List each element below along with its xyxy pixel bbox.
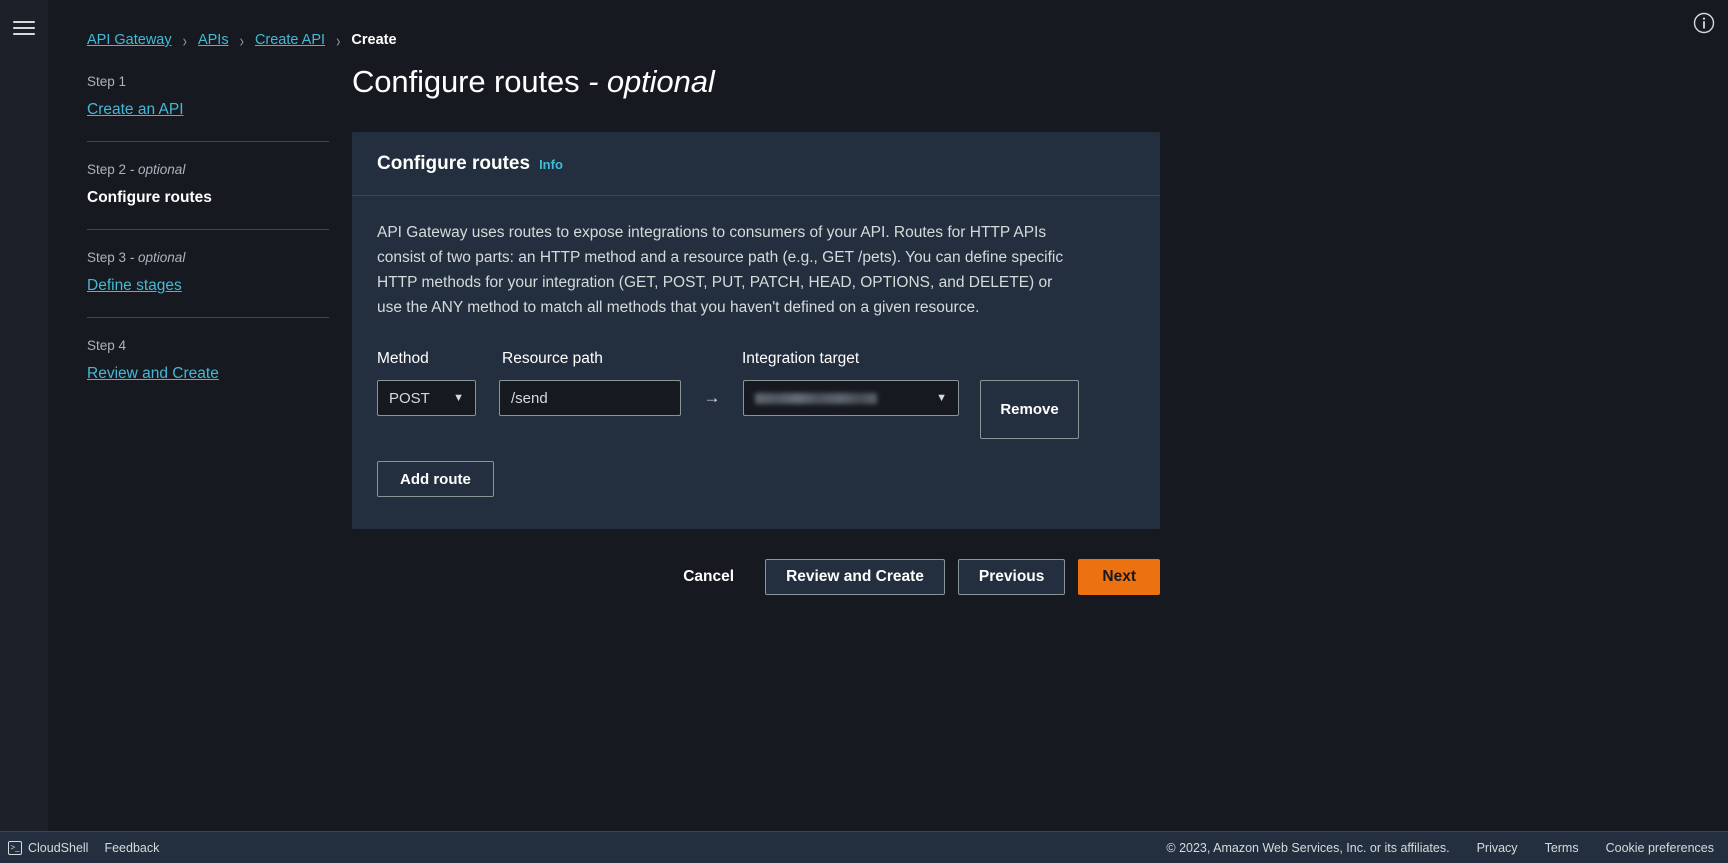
wizard-actions: Cancel Review and Create Previous Next	[352, 559, 1160, 595]
sidebar-item-configure-routes: Configure routes	[87, 189, 212, 206]
wizard-steps-sidebar: Step 1 Create an API Step 2 - optional C…	[87, 56, 352, 595]
breadcrumb-item-apis[interactable]: APIs	[198, 32, 229, 48]
info-link[interactable]: Info	[539, 157, 563, 172]
status-bar-left: >_ CloudShell Feedback	[8, 840, 159, 855]
info-icon[interactable]	[1693, 12, 1715, 34]
method-select-value: POST	[389, 389, 430, 407]
step-divider	[87, 141, 329, 142]
resource-path-input[interactable]	[499, 380, 681, 416]
wizard-step-2-label: Step 2 - optional	[87, 162, 352, 177]
cloudshell-label: CloudShell	[28, 840, 89, 855]
wizard-step-3-optional: - optional	[126, 250, 186, 265]
step-divider	[87, 229, 329, 230]
breadcrumb-item-create-api[interactable]: Create API	[255, 32, 325, 48]
page-title-text: Configure routes	[352, 64, 580, 99]
cancel-button[interactable]: Cancel	[665, 568, 752, 586]
status-bar: >_ CloudShell Feedback © 2023, Amazon We…	[0, 831, 1728, 863]
privacy-link[interactable]: Privacy	[1477, 841, 1518, 855]
card-body: API Gateway uses routes to expose integr…	[352, 196, 1160, 529]
hamburger-menu-icon[interactable]	[13, 13, 35, 43]
cloudshell-button[interactable]: >_ CloudShell	[8, 840, 89, 855]
method-select[interactable]: POST ▼	[377, 380, 476, 416]
wizard-step-2-optional: - optional	[126, 162, 186, 177]
page-title: Configure routes - optional	[352, 64, 1728, 100]
step-divider	[87, 317, 329, 318]
review-and-create-button[interactable]: Review and Create	[765, 559, 945, 595]
wizard-step-3: Step 3 - optional Define stages	[87, 250, 352, 295]
wizard-step-3-number: Step 3	[87, 250, 127, 265]
copyright-text: © 2023, Amazon Web Services, Inc. or its…	[1166, 840, 1450, 855]
configure-routes-card: Configure routes Info API Gateway uses r…	[352, 132, 1160, 529]
sidebar-item-review-and-create[interactable]: Review and Create	[87, 365, 219, 383]
page-title-optional: - optional	[579, 64, 715, 99]
left-rail	[0, 0, 48, 831]
content-area: API Gateway › APIs › Create API › Create…	[48, 0, 1728, 831]
wizard-step-2: Step 2 - optional Configure routes	[87, 162, 352, 207]
add-route-button[interactable]: Add route	[377, 461, 494, 497]
integration-target-select[interactable]: ▼	[743, 380, 959, 416]
page-body: API Gateway › APIs › Create API › Create…	[0, 0, 1728, 831]
wizard-step-1: Step 1 Create an API	[87, 74, 352, 119]
page-columns: Step 1 Create an API Step 2 - optional C…	[48, 56, 1728, 595]
feedback-link[interactable]: Feedback	[104, 841, 159, 855]
sidebar-item-create-an-api[interactable]: Create an API	[87, 101, 184, 119]
wizard-step-4-label: Step 4	[87, 338, 352, 353]
main-column: Configure routes - optional Configure ro…	[352, 56, 1728, 595]
status-bar-right: © 2023, Amazon Web Services, Inc. or its…	[1166, 841, 1714, 855]
chevron-down-icon: ▼	[453, 391, 464, 404]
chevron-down-icon: ▼	[936, 391, 947, 404]
wizard-step-1-label: Step 1	[87, 74, 352, 89]
chevron-right-icon: ›	[182, 29, 187, 51]
cookie-preferences-link[interactable]: Cookie preferences	[1606, 841, 1714, 855]
integration-target-value-redacted	[755, 392, 877, 404]
wizard-step-3-label: Step 3 - optional	[87, 250, 352, 265]
chevron-right-icon: ›	[336, 29, 341, 51]
method-label: Method	[377, 350, 429, 367]
breadcrumb-item-create: Create	[351, 32, 397, 48]
aws-console-page: API Gateway › APIs › Create API › Create…	[0, 0, 1728, 863]
breadcrumb-item-api-gateway[interactable]: API Gateway	[87, 32, 172, 48]
wizard-step-1-number: Step 1	[87, 74, 127, 89]
wizard-step-4: Step 4 Review and Create	[87, 338, 352, 383]
next-button[interactable]: Next	[1078, 559, 1160, 595]
chevron-right-icon: ›	[239, 29, 244, 51]
routes-description: API Gateway uses routes to expose integr…	[377, 224, 1064, 316]
arrow-right-icon: →	[703, 388, 721, 407]
route-row: POST ▼ → ▼ Remove	[377, 380, 1135, 439]
form-column-labels: Method Resource path Integration target	[377, 350, 1135, 368]
cloudshell-icon: >_	[8, 840, 22, 855]
breadcrumb: API Gateway › APIs › Create API › Create	[48, 0, 1728, 56]
card-header: Configure routes Info	[352, 132, 1160, 196]
integration-target-label: Integration target	[742, 350, 860, 367]
resource-path-label: Resource path	[502, 350, 603, 367]
sidebar-item-define-stages[interactable]: Define stages	[87, 277, 182, 295]
wizard-step-2-number: Step 2	[87, 162, 127, 177]
terms-link[interactable]: Terms	[1545, 841, 1579, 855]
previous-button[interactable]: Previous	[957, 559, 1066, 595]
wizard-step-4-number: Step 4	[87, 338, 127, 353]
card-title: Configure routes	[377, 153, 531, 174]
remove-route-button[interactable]: Remove	[980, 380, 1079, 439]
